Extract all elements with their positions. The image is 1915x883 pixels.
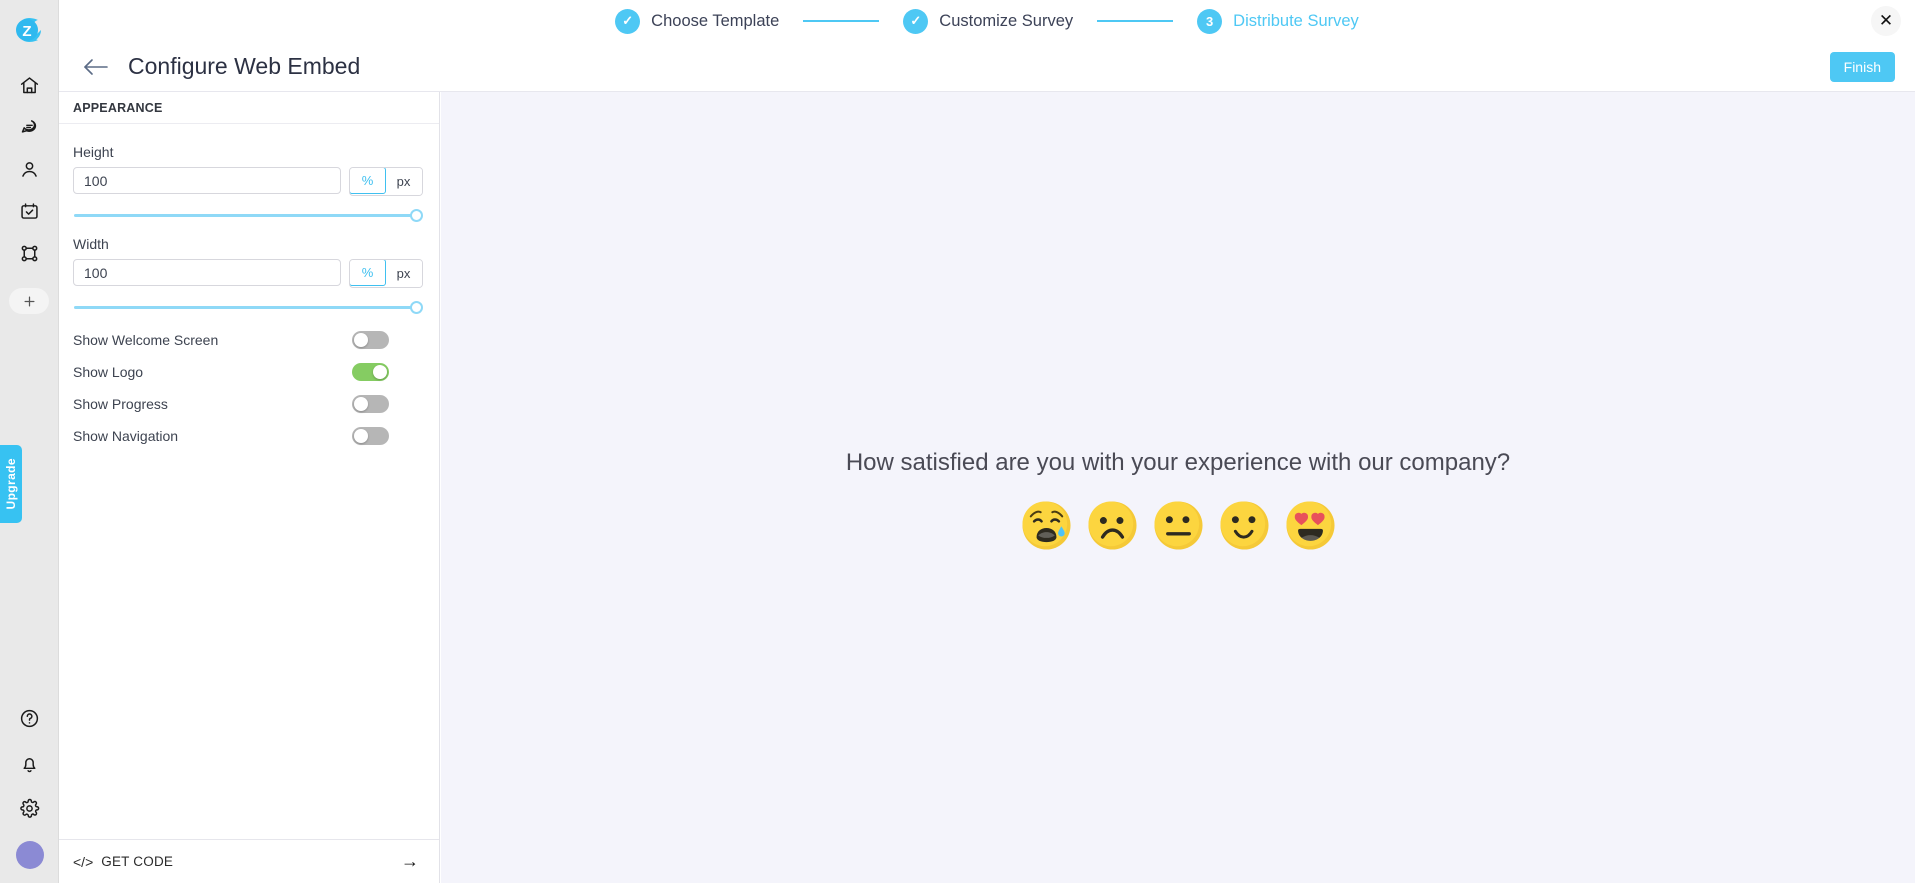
sidebar-item-feedback[interactable] — [9, 106, 49, 148]
step-badge: ✓ — [903, 8, 929, 34]
width-slider-track — [74, 306, 416, 309]
step-choose-template[interactable]: ✓ Choose Template — [615, 8, 780, 34]
get-code-left: </> GET CODE — [73, 854, 173, 870]
get-code-button[interactable]: </> GET CODE → — [59, 839, 439, 883]
toggle-show-welcome-screen[interactable] — [352, 331, 389, 349]
width-input[interactable] — [73, 259, 341, 286]
step-badge: ✓ — [615, 8, 641, 34]
height-label: Height — [73, 144, 114, 160]
help-icon[interactable] — [10, 696, 50, 741]
height-unit-px[interactable]: px — [385, 168, 422, 195]
back-button[interactable] — [83, 58, 109, 76]
step-label: Distribute Survey — [1233, 11, 1359, 30]
width-unit-percent[interactable]: % — [350, 260, 386, 286]
toggle-label: Show Navigation — [73, 428, 179, 444]
toggle-row-welcome-screen: Show Welcome Screen — [73, 324, 423, 356]
width-unit-toggle: % px — [349, 259, 423, 288]
toggle-knob — [354, 333, 368, 347]
panel-section-title: APPEARANCE — [59, 92, 439, 124]
finish-button[interactable]: Finish — [1829, 52, 1895, 82]
height-unit-toggle: % px — [349, 167, 423, 196]
height-slider[interactable] — [73, 208, 423, 222]
sidebar-item-tasks[interactable] — [9, 190, 49, 232]
close-icon[interactable]: ✕ — [1871, 6, 1901, 36]
avatar[interactable] — [15, 841, 44, 869]
height-unit-percent[interactable]: % — [350, 168, 386, 194]
toggle-row-logo: Show Logo — [73, 356, 423, 388]
step-label: Customize Survey — [939, 11, 1074, 30]
height-input[interactable] — [73, 167, 341, 194]
toggle-knob — [354, 429, 368, 443]
page-title: Configure Web Embed — [128, 53, 361, 79]
width-unit-px[interactable]: px — [385, 260, 422, 287]
page-header: Configure Web Embed Finish — [59, 42, 1915, 92]
add-button[interactable] — [9, 288, 49, 314]
step-customize-survey[interactable]: ✓ Customize Survey — [903, 8, 1074, 34]
toggle-row-navigation: Show Navigation — [73, 420, 423, 452]
zonka-logo[interactable]: Z — [9, 10, 49, 50]
step-distribute-survey[interactable]: 3 Distribute Survey — [1197, 8, 1359, 34]
height-slider-track — [74, 214, 416, 217]
toggle-show-navigation[interactable] — [352, 427, 389, 445]
toggle-label: Show Logo — [73, 364, 144, 380]
heart-eyes-face-emoji[interactable] — [1284, 499, 1337, 552]
emoji-rating-scale — [1020, 499, 1337, 552]
svg-text:Z: Z — [22, 23, 31, 40]
width-label: Width — [73, 236, 109, 252]
wizard-stepper-bar: ✓ Choose Template ✓ Customize Survey 3 D… — [59, 0, 1915, 42]
step-connector — [803, 20, 880, 22]
toggle-knob — [354, 397, 368, 411]
sidebar-item-contacts[interactable] — [9, 148, 49, 190]
frowning-face-emoji[interactable] — [1086, 499, 1139, 552]
crying-face-emoji[interactable] — [1020, 499, 1073, 552]
neutral-face-emoji[interactable] — [1152, 499, 1205, 552]
width-field-row: % px — [73, 259, 423, 288]
toggle-row-progress: Show Progress — [73, 388, 423, 420]
height-slider-thumb[interactable] — [410, 209, 423, 222]
wizard-steps: ✓ Choose Template ✓ Customize Survey 3 D… — [615, 8, 1359, 34]
height-field-row: % px — [73, 167, 423, 196]
survey-preview: How satisfied are you with your experien… — [441, 92, 1915, 883]
appearance-panel: APPEARANCE Height % px Width % px — [59, 92, 440, 883]
toggle-show-logo[interactable] — [352, 363, 389, 381]
toggle-label: Show Welcome Screen — [73, 332, 219, 348]
sidebar-item-workflows[interactable] — [9, 232, 49, 274]
sidebar-item-home[interactable] — [9, 64, 49, 106]
left-sidebar: Z Upgrade — [0, 0, 59, 883]
settings-icon[interactable] — [10, 786, 50, 831]
notifications-icon[interactable] — [10, 741, 50, 786]
get-code-label: GET CODE — [101, 854, 174, 869]
width-slider-thumb[interactable] — [410, 301, 423, 314]
toggle-knob — [373, 365, 387, 379]
close-glyph: ✕ — [1878, 11, 1894, 30]
step-badge: 3 — [1197, 8, 1223, 34]
code-brackets-icon: </> — [73, 853, 94, 870]
width-slider[interactable] — [73, 300, 423, 314]
toggle-label: Show Progress — [73, 396, 168, 412]
survey-question-text: How satisfied are you with your experien… — [845, 449, 1511, 476]
toggle-show-progress[interactable] — [352, 395, 389, 413]
upgrade-label: Upgrade — [4, 458, 18, 510]
arrow-right-icon: → — [401, 851, 419, 871]
sidebar-bottom-group — [0, 696, 59, 869]
step-connector — [1097, 20, 1174, 22]
panel-body: Height % px Width % px — [59, 124, 439, 839]
slightly-smiling-face-emoji[interactable] — [1218, 499, 1271, 552]
upgrade-button[interactable]: Upgrade — [0, 445, 22, 523]
step-label: Choose Template — [651, 11, 780, 30]
